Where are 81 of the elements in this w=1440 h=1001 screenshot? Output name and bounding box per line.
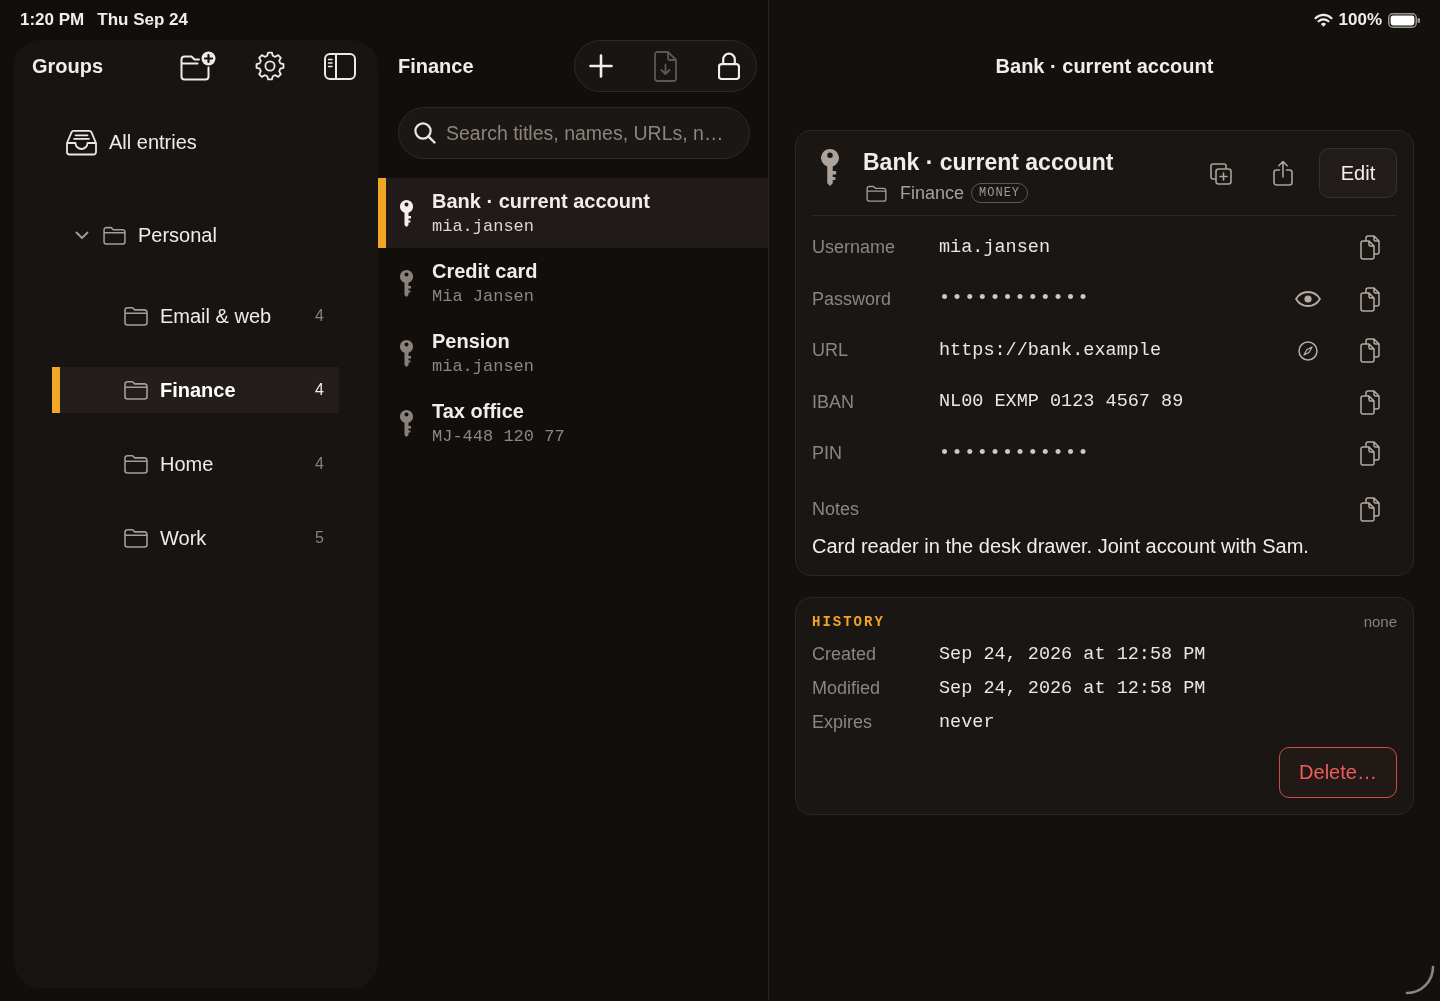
folder-plus-icon[interactable] [180, 51, 216, 81]
history-label: Modified [812, 677, 882, 700]
chevron-down-icon[interactable] [75, 230, 89, 240]
eye-icon[interactable] [1295, 291, 1321, 308]
key-icon [400, 339, 413, 367]
item-count: 4 [315, 380, 325, 400]
item-count: 4 [315, 306, 325, 326]
sidebar-toggle-icon[interactable] [324, 52, 356, 80]
field-value: •••••••••••• [939, 287, 1092, 312]
battery-percent: 100% [1338, 9, 1382, 32]
notes-label: Notes [812, 498, 861, 521]
history-value: Sep 24, 2026 at 12:58 PM [939, 642, 1207, 667]
entry-subtitle: mia.jansen [432, 355, 535, 378]
search-icon [414, 122, 436, 144]
battery-icon [1388, 12, 1420, 28]
compass-icon[interactable] [1298, 340, 1318, 361]
field-label: Password [812, 287, 893, 311]
sidebar-item[interactable]: Email & web 4 [52, 293, 339, 339]
duplicate-icon[interactable] [1210, 163, 1232, 185]
sidebar-item[interactable]: Finance 4 [52, 367, 339, 413]
entry-subtitle: mia.jansen [432, 215, 536, 238]
sidebar-item[interactable]: Home 4 [52, 441, 339, 487]
field-value: https://bank.example [939, 338, 1163, 363]
tray-icon [65, 128, 98, 156]
field-label: URL [812, 339, 849, 363]
entry-subtitle: MJ-448 120 77 [432, 425, 565, 448]
item-count: 5 [315, 528, 325, 548]
plus-icon[interactable] [589, 54, 613, 78]
copy-icon[interactable] [1360, 338, 1380, 364]
copy-icon[interactable] [1360, 235, 1380, 261]
wifi-icon [1313, 13, 1333, 27]
field-label: Username [812, 236, 897, 260]
folder-icon [124, 380, 148, 400]
history-heading: HISTORY [812, 613, 885, 632]
settings-icon[interactable] [255, 51, 285, 81]
sidebar-item[interactable]: Work 5 [52, 515, 339, 561]
group-name: Finance [900, 181, 965, 205]
folder-icon [124, 454, 148, 474]
history-note: none [1363, 612, 1397, 633]
key-icon [400, 269, 413, 297]
sidebar-item[interactable]: Personal [52, 212, 339, 258]
key-icon [400, 199, 413, 227]
folder-icon [866, 184, 887, 202]
lock-icon[interactable] [718, 52, 740, 80]
share-icon[interactable] [1273, 160, 1293, 186]
entry-item[interactable]: Bank · current account mia.jansen [378, 178, 768, 248]
copy-icon[interactable] [1360, 441, 1380, 467]
field-value: mia.jansen [939, 235, 1052, 260]
edit-button[interactable]: Edit [1319, 148, 1397, 198]
item-count: 4 [315, 454, 325, 474]
key-icon [821, 149, 839, 186]
resize-handle-icon[interactable] [1405, 965, 1435, 995]
entry-item[interactable]: Credit card Mia Jansen [378, 248, 768, 318]
key-icon [400, 409, 413, 437]
entry-item[interactable]: Tax office MJ-448 120 77 [378, 388, 768, 458]
field-label: IBAN [812, 390, 855, 414]
entry-item[interactable]: Pension mia.jansen [378, 318, 768, 388]
history-value: never [939, 710, 996, 735]
field-value: NL00 EXMP 0123 4567 89 [939, 390, 1185, 415]
copy-icon[interactable] [1360, 497, 1380, 522]
folder-icon [124, 306, 148, 326]
notes-text: Card reader in the desk drawer. Joint account with Sam. [812, 533, 1310, 559]
history-label: Expires [812, 711, 874, 734]
field-label: PIN [812, 442, 843, 466]
sidebar-item[interactable]: All entries [52, 119, 339, 165]
status-time: 1:20 PM [20, 9, 85, 32]
field-value: •••••••••••• [939, 441, 1092, 466]
sidebar-title: Groups [32, 54, 104, 79]
list-title: Finance [398, 54, 474, 79]
history-label: Created [812, 643, 878, 666]
history-value: Sep 24, 2026 at 12:58 PM [939, 676, 1207, 701]
folder-icon [103, 225, 126, 245]
search-field[interactable]: Search titles, names, URLs, n… [398, 107, 750, 159]
detail-title: Bank · current account [995, 54, 1214, 79]
folder-icon [124, 528, 148, 548]
copy-icon[interactable] [1360, 286, 1380, 312]
entry-title: Bank · current account [863, 148, 1114, 176]
status-date: Thu Sep 24 [97, 9, 188, 32]
copy-icon[interactable] [1360, 389, 1380, 415]
entry-subtitle: Mia Jansen [432, 285, 536, 308]
delete-button[interactable]: Delete… [1279, 746, 1397, 798]
